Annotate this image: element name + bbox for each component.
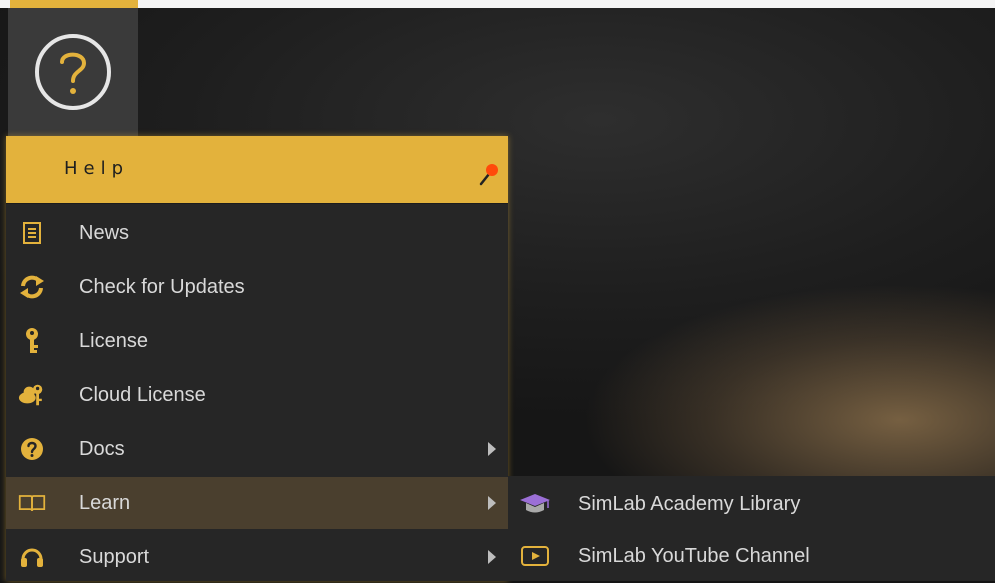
key-icon [18,327,46,355]
menu-item-news[interactable]: News [6,207,508,259]
pin-icon[interactable] [478,162,500,186]
learn-submenu: SimLab Academy Library SimLab YouTube Ch… [508,476,995,581]
menu-item-learn[interactable]: Learn [6,477,508,529]
help-menu-header: Help [6,136,508,204]
menu-item-label: Check for Updates [79,275,245,298]
submenu-arrow-icon [488,496,496,510]
submenu-item-simlab-academy-library[interactable]: SimLab Academy Library [508,478,995,530]
menu-item-check-for-updates[interactable]: Check for Updates [6,261,508,313]
menu-item-label: Docs [79,437,125,460]
cloud-key-icon [18,381,46,409]
submenu-item-label: SimLab Academy Library [578,492,801,515]
menu-item-label: News [79,221,130,244]
submenu-arrow-icon [488,442,496,456]
menu-item-docs[interactable]: Docs [6,423,508,475]
headset-icon [18,543,46,571]
menu-item-support[interactable]: Support [6,531,508,583]
menu-item-label: Cloud License [79,383,206,406]
menu-item-license[interactable]: License [6,315,508,367]
top-strip [0,0,995,8]
play-button-icon [518,542,552,570]
graduation-cap-icon [518,490,552,518]
menu-item-label: Learn [79,491,131,514]
help-icon [18,435,46,463]
submenu-arrow-icon [488,550,496,564]
menu-item-label: Support [79,545,150,568]
submenu-item-simlab-youtube-channel[interactable]: SimLab YouTube Channel [508,530,995,582]
active-tab-indicator [10,0,138,8]
refresh-icon [18,273,46,301]
question-circle-icon [35,34,111,110]
help-menu: Help News Check for Updates License Clou… [6,136,508,581]
menu-item-label: License [79,329,148,352]
menu-title: Help [64,158,130,179]
help-button[interactable] [8,8,138,136]
news-document-icon [18,219,46,247]
menu-item-cloud-license[interactable]: Cloud License [6,369,508,421]
submenu-item-label: SimLab YouTube Channel [578,544,810,567]
book-icon [18,489,46,517]
